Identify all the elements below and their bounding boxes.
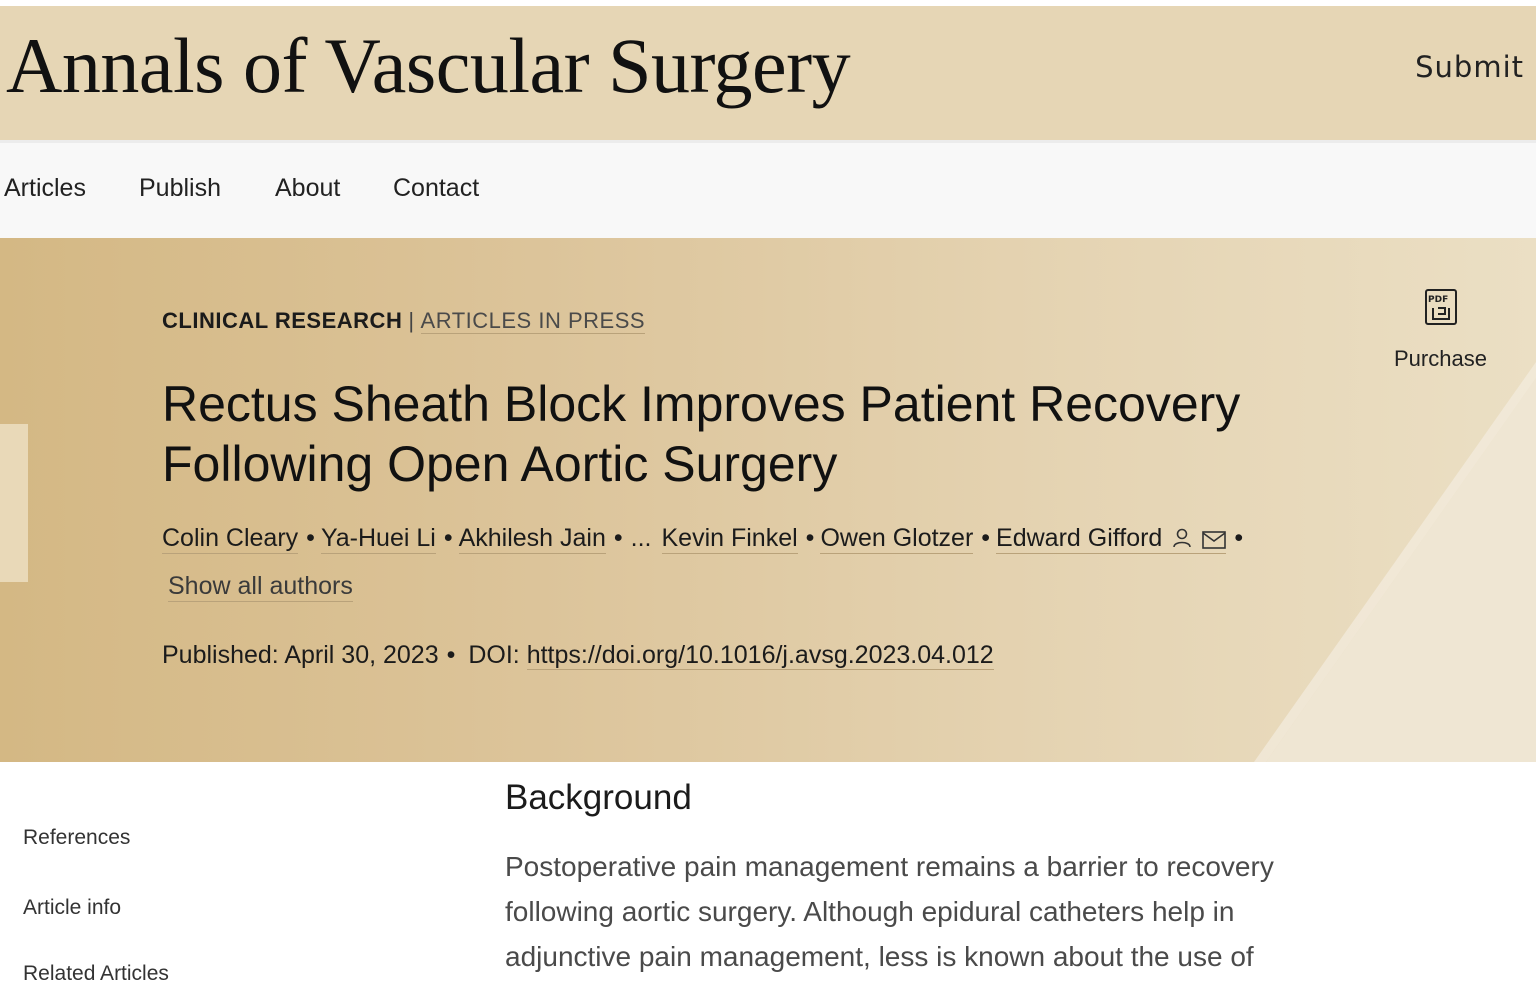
- article-type: CLINICAL RESEARCH: [162, 308, 403, 333]
- author-name[interactable]: Ya-Huei Li: [320, 524, 436, 554]
- nav-item-articles[interactable]: Articles: [4, 174, 86, 203]
- author-separator: •: [981, 524, 991, 552]
- nav-item-contact[interactable]: Contact: [393, 174, 479, 203]
- authors-ellipsis: ...: [630, 524, 652, 552]
- hero-decoration: [1254, 362, 1536, 762]
- pub-separator: •: [446, 641, 456, 669]
- author-separator: •: [306, 524, 315, 552]
- author-name[interactable]: Akhilesh Jain: [458, 524, 606, 554]
- sidebar-item-related-articles[interactable]: Related Articles: [23, 962, 169, 986]
- category-separator: |: [408, 308, 415, 333]
- author-separator: •: [805, 524, 815, 552]
- nav-item-about[interactable]: About: [275, 174, 340, 203]
- author-name[interactable]: Colin Cleary: [162, 524, 299, 554]
- publication-info: Published: April 30, 2023 • DOI: https://…: [162, 641, 994, 670]
- svg-text:PDF: PDF: [1428, 295, 1448, 305]
- masthead: Annals of Vascular Surgery Submit: [0, 6, 1536, 140]
- published-label: Published:: [162, 641, 279, 669]
- main-nav: Articles Publish About Contact: [0, 140, 1536, 241]
- pdf-icon[interactable]: PDF: [1424, 288, 1458, 326]
- abstract-paragraph: Postoperative pain management remains a …: [505, 851, 1274, 972]
- author-name-text: Edward Gifford: [996, 524, 1163, 552]
- purchase-link[interactable]: Purchase: [1394, 346, 1487, 372]
- doi-label: DOI:: [468, 641, 520, 669]
- author-name[interactable]: Owen Glotzer: [820, 524, 974, 554]
- email-icon: [1202, 531, 1227, 549]
- nav-item-publish[interactable]: Publish: [139, 174, 221, 203]
- published-date: April 30, 2023: [284, 641, 439, 669]
- sidebar-item-article-info[interactable]: Article info: [23, 896, 121, 920]
- author-separator: •: [443, 524, 453, 552]
- articles-in-press-link[interactable]: ARTICLES IN PRESS: [420, 308, 646, 334]
- author-separator: •: [613, 524, 623, 552]
- section-heading: Background: [505, 778, 692, 817]
- article-header: CLINICAL RESEARCH | ARTICLES IN PRESS Rect…: [0, 238, 1536, 762]
- author-name[interactable]: Edward Gifford: [996, 524, 1227, 554]
- sidebar-item-references[interactable]: References: [23, 826, 130, 850]
- doi-link[interactable]: https://doi.org/10.1016/j.avsg.2023.04.0…: [526, 641, 994, 670]
- article-category: CLINICAL RESEARCH | ARTICLES IN PRESS: [162, 308, 646, 334]
- article-title: Rectus Sheath Block Improves Patient Rec…: [162, 376, 1241, 492]
- person-icon: [1173, 528, 1192, 548]
- author-separator: •: [1234, 524, 1244, 552]
- side-collapse-tab[interactable]: [0, 424, 28, 582]
- submit-button[interactable]: Submit: [1415, 50, 1524, 84]
- journal-title[interactable]: Annals of Vascular Surgery: [6, 22, 851, 110]
- show-all-authors-button[interactable]: Show all authors: [168, 572, 353, 602]
- author-name[interactable]: Kevin Finkel: [661, 524, 798, 554]
- author-list: Colin Cleary • Ya-Huei Li • Akhilesh Jain •..…: [162, 524, 1362, 554]
